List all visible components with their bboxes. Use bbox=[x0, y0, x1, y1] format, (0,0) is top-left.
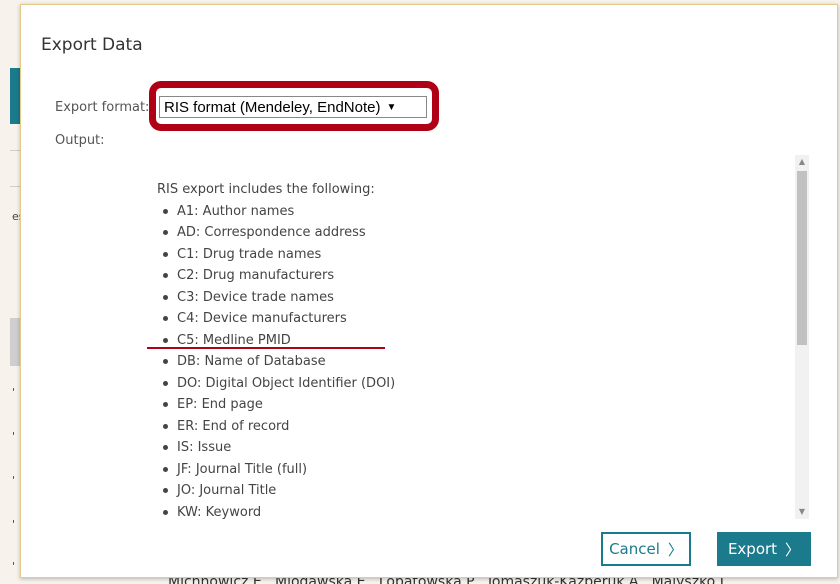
chevron-right-icon: 〉 bbox=[667, 540, 683, 559]
list-item: IS: Issue bbox=[157, 437, 395, 459]
chevron-right-icon: 〉 bbox=[785, 540, 801, 559]
background-gray-bar bbox=[10, 318, 20, 366]
list-item: C1: Drug trade names bbox=[157, 244, 395, 266]
output-label: Output: bbox=[55, 133, 105, 148]
export-format-label: Export format: bbox=[55, 100, 150, 115]
scroll-down-icon[interactable]: ▼ bbox=[795, 505, 809, 519]
list-item: ER: End of record bbox=[157, 416, 395, 438]
background-divider bbox=[10, 186, 20, 187]
output-intro: RIS export includes the following: bbox=[157, 182, 375, 197]
list-item: DB: Name of Database bbox=[157, 351, 395, 373]
list-item: A1: Author names bbox=[157, 201, 395, 223]
list-item: DO: Digital Object Identifier (DOI) bbox=[157, 373, 395, 395]
list-item: JO: Journal Title bbox=[157, 480, 395, 502]
export-button-label: Export bbox=[727, 540, 778, 558]
output-content: RIS export includes the following: A1: A… bbox=[157, 179, 395, 519]
output-textarea[interactable]: RIS export includes the following: A1: A… bbox=[143, 151, 811, 519]
dialog-title: Export Data bbox=[41, 35, 143, 55]
background-divider bbox=[10, 150, 20, 151]
list-item: EP: End page bbox=[157, 394, 395, 416]
list-item: C4: Device manufacturers bbox=[157, 308, 395, 330]
cancel-button[interactable]: Cancel 〉 bbox=[601, 532, 691, 566]
background-side-mark: ' bbox=[12, 518, 16, 531]
list-item: KW: Keyword bbox=[157, 502, 395, 519]
cancel-button-label: Cancel bbox=[609, 540, 660, 558]
list-item: C3: Device trade names bbox=[157, 287, 395, 309]
background-side-mark: ' bbox=[12, 474, 16, 487]
list-item: C2: Drug manufacturers bbox=[157, 265, 395, 287]
pmid-underline-annotation bbox=[147, 347, 385, 349]
background-teal-bar bbox=[10, 68, 20, 124]
export-button[interactable]: Export 〉 bbox=[717, 532, 811, 566]
background-side-mark: ' bbox=[12, 386, 16, 399]
output-field-list: A1: Author names AD: Correspondence addr… bbox=[157, 201, 395, 519]
background-side-mark: ' bbox=[12, 430, 16, 443]
scroll-up-icon[interactable]: ▲ bbox=[795, 155, 809, 169]
list-item: AD: Correspondence address bbox=[157, 222, 395, 244]
format-highlight-annotation bbox=[149, 81, 439, 131]
output-scrollbar[interactable]: ▲ ▼ bbox=[795, 155, 809, 519]
export-data-dialog: Export Data Export format: Output: RIS f… bbox=[20, 4, 838, 578]
scroll-thumb[interactable] bbox=[797, 171, 807, 345]
list-item: JF: Journal Title (full) bbox=[157, 459, 395, 481]
background-side-mark: ' bbox=[12, 560, 16, 573]
